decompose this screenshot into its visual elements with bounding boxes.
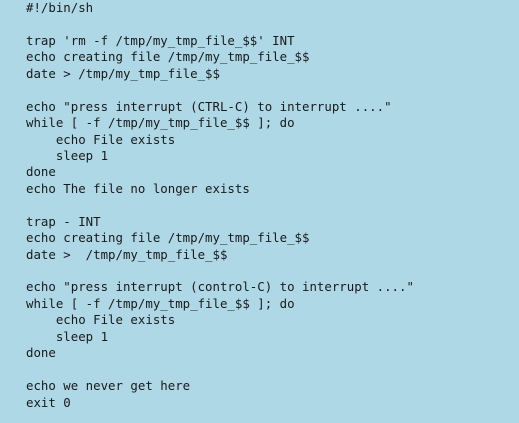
code-line-7: echo "press interrupt (CTRL-C) to interr… bbox=[26, 98, 392, 114]
code-line-22: done bbox=[26, 345, 56, 361]
code-line-1: #!/bin/sh bbox=[26, 0, 94, 15]
shell-script-listing: #!/bin/sh trap 'rm -f /tmp/my_tmp_file_$$… bbox=[26, 0, 414, 411]
code-line-10: sleep 1 bbox=[26, 147, 109, 163]
code-line-9: echo File exists bbox=[26, 131, 176, 147]
code-line-25: exit 0 bbox=[26, 394, 71, 410]
code-line-3: trap 'rm -f /tmp/my_tmp_file_$$' INT bbox=[26, 32, 295, 48]
code-line-8: while [ -f /tmp/my_tmp_file_$$ ]; do bbox=[26, 115, 295, 131]
code-line-11: done bbox=[26, 164, 56, 180]
code-line-24: echo we never get here bbox=[26, 378, 191, 394]
code-line-20: echo File exists bbox=[26, 312, 176, 328]
code-line-18: echo "press interrupt (control-C) to int… bbox=[26, 279, 414, 295]
document-page: #!/bin/sh trap 'rm -f /tmp/my_tmp_file_$$… bbox=[0, 0, 519, 423]
code-line-5: date > /tmp/my_tmp_file_$$ bbox=[26, 65, 220, 81]
code-line-4: echo creating file /tmp/my_tmp_file_$$ bbox=[26, 49, 310, 65]
code-line-15: echo creating file /tmp/my_tmp_file_$$ bbox=[26, 230, 310, 246]
code-line-12: echo The file no longer exists bbox=[26, 180, 250, 196]
code-line-19: while [ -f /tmp/my_tmp_file_$$ ]; do bbox=[26, 295, 295, 311]
code-line-16: date > /tmp/my_tmp_file_$$ bbox=[26, 246, 228, 262]
code-line-14: trap - INT bbox=[26, 213, 101, 229]
code-line-21: sleep 1 bbox=[26, 328, 109, 344]
